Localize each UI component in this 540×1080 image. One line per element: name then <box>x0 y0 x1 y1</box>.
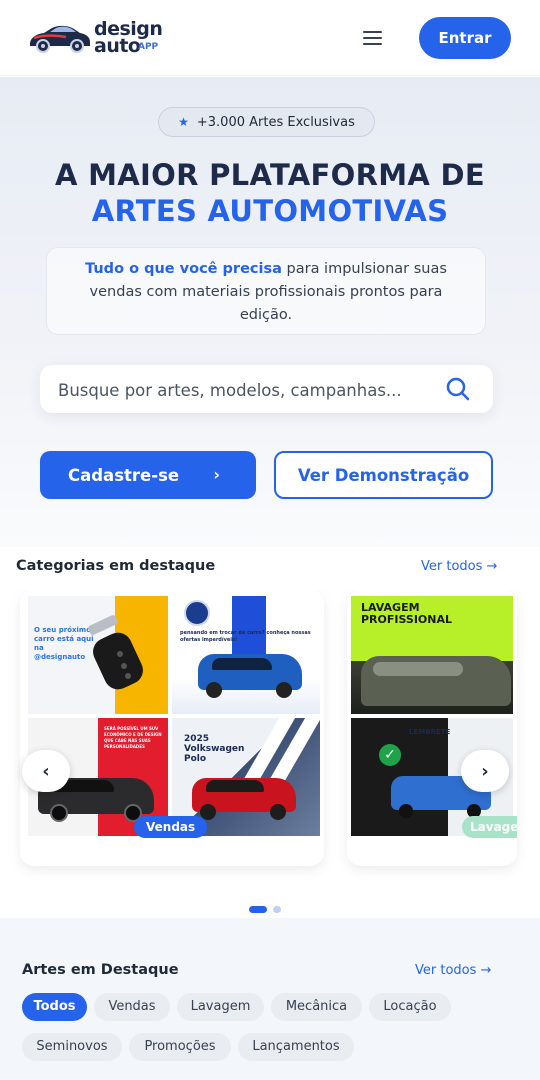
star-icon: ★ <box>178 115 189 129</box>
filter-chip-seminovos[interactable]: Seminovos <box>22 1033 122 1061</box>
filter-chip-locacao[interactable]: Locação <box>369 993 451 1021</box>
featured-heading: Artes em Destaque <box>22 962 179 978</box>
art-thumbnail[interactable]: pensando em trocar de carro? conheça nos… <box>172 596 320 714</box>
carousel-next-button[interactable]: › <box>461 750 509 792</box>
category-card-vendas[interactable]: O seu próximo carro está aqui na @design… <box>20 590 324 866</box>
filter-chip-promocoes[interactable]: Promoções <box>129 1033 231 1061</box>
demo-button[interactable]: Ver Demonstração <box>274 451 493 499</box>
search-icon[interactable] <box>445 376 471 402</box>
pagination-dot[interactable] <box>273 906 281 913</box>
art-caption: SERÁ POSSÍVEL UM SUV ECONÔMICO E DE DESI… <box>104 726 162 749</box>
hamburger-icon[interactable] <box>363 30 385 46</box>
categories-heading: Categorias em destaque <box>16 558 216 574</box>
art-thumbnail[interactable]: O seu próximo carro está aqui na @design… <box>28 596 168 714</box>
art-thumbnail[interactable]: LAVAGEM PROFISSIONAL <box>351 596 513 714</box>
filter-chip-todos[interactable]: Todos <box>22 993 87 1021</box>
top-header: design auto APP Entrar <box>0 0 540 76</box>
chevron-right-icon: › <box>213 465 220 484</box>
hero-title-line2: ARTES AUTOMOTIVAS <box>91 194 449 228</box>
signup-label: Cadastre-se <box>68 465 180 485</box>
category-card-lavagem[interactable]: LAVAGEM PROFISSIONAL LEMBRETE ✓ Lavagem <box>347 590 517 866</box>
login-button[interactable]: Entrar <box>419 17 511 59</box>
featured-arts-section: Artes em Destaque Ver todos → Todos Vend… <box>0 918 540 1080</box>
art-caption: O seu próximo carro está aqui na @design… <box>34 626 94 661</box>
art-caption: pensando em trocar de carro? conheça nos… <box>180 630 311 643</box>
featured-see-all-link[interactable]: Ver todos → <box>415 963 491 978</box>
pagination-dot-active[interactable] <box>249 906 267 913</box>
search-bar <box>40 365 493 413</box>
hero-section: ★ +3.000 Artes Exclusivas A MAIOR PLATAF… <box>0 77 540 547</box>
logo-text-app: APP <box>138 42 159 52</box>
logo-text-auto: auto <box>94 35 141 57</box>
hero-title-line1: A MAIOR PLATAFORMA DE <box>55 158 485 192</box>
filter-chip-mecanica[interactable]: Mecânica <box>271 993 362 1021</box>
hero-description: Tudo o que você precisa para impulsionar… <box>46 247 486 335</box>
categories-carousel: O seu próximo carro está aqui na @design… <box>0 590 540 880</box>
filter-chip-lavagem[interactable]: Lavagem <box>177 993 264 1021</box>
exclusive-arts-badge: ★ +3.000 Artes Exclusivas <box>158 107 375 137</box>
filter-chip-lancamentos[interactable]: Lançamentos <box>238 1033 354 1061</box>
category-tag-lavagem: Lavagem <box>462 816 517 838</box>
car-logo-icon <box>30 25 90 53</box>
hero-title: A MAIOR PLATAFORMA DE ARTES AUTOMOTIVAS <box>0 157 540 229</box>
search-input[interactable] <box>58 377 423 403</box>
art-caption: 2025 Volkswagen Polo <box>184 734 245 764</box>
carousel-prev-button[interactable]: ‹ <box>22 750 70 792</box>
description-highlight: Tudo o que você precisa <box>85 261 282 277</box>
categories-see-all-link[interactable]: Ver todos → <box>421 559 497 574</box>
design-auto-logo[interactable]: design auto APP <box>26 18 166 58</box>
art-caption: LAVAGEM PROFISSIONAL <box>361 601 453 626</box>
category-tag-vendas: Vendas <box>134 816 208 838</box>
filter-chip-vendas[interactable]: Vendas <box>94 993 170 1021</box>
art-caption: LEMBRETE <box>409 728 451 736</box>
badge-text: +3.000 Artes Exclusivas <box>196 114 355 130</box>
signup-button[interactable]: Cadastre-se › <box>40 451 256 499</box>
car-key-icon <box>88 615 143 690</box>
